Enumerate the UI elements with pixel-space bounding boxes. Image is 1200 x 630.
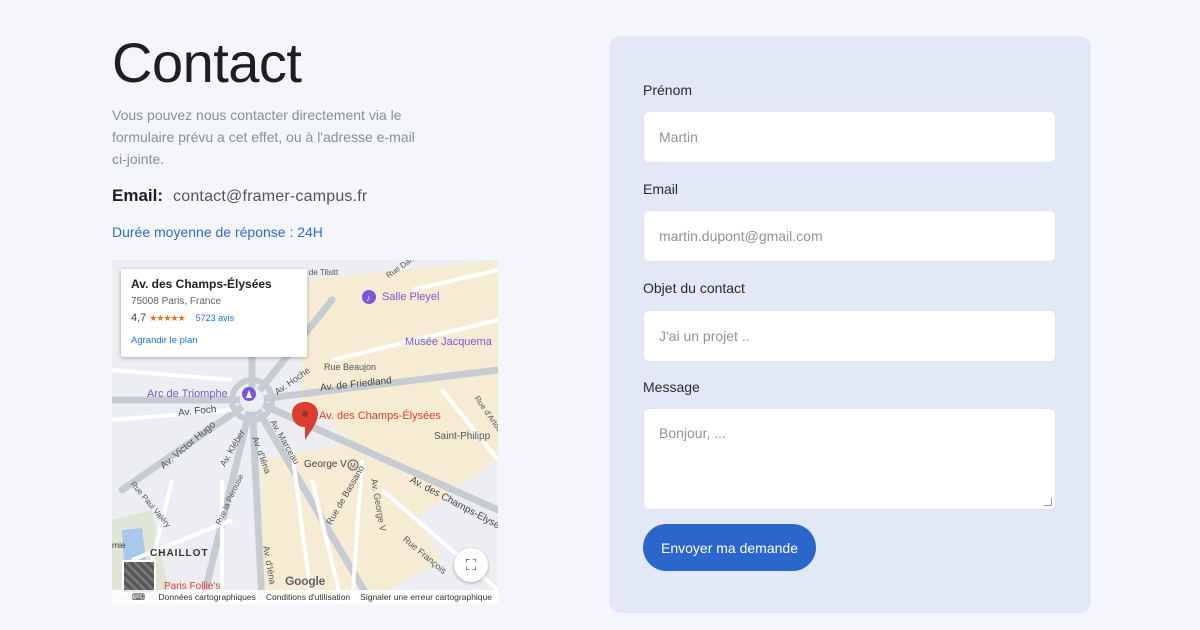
map-label-musee: Musée Jacquema	[405, 336, 492, 348]
email-address-link[interactable]: contact@framer-campus.fr	[173, 188, 367, 206]
map-place-card: Av. des Champs-Élysées 75008 Paris, Fran…	[121, 269, 307, 357]
email-label: Email	[643, 181, 679, 197]
map-label-saint-philippe: Saint-Philipp	[434, 431, 491, 442]
reviews-link[interactable]: 5723 avis	[196, 313, 235, 323]
message-placeholder: Bonjour, ...	[659, 425, 726, 441]
map-label-george-v: George V	[304, 459, 347, 470]
rating-value: 4,7	[131, 312, 147, 324]
map-label-chaillot: CHAILLOT	[150, 548, 209, 559]
map-footer: ⌨ Données cartographiques Conditions d'u…	[112, 590, 498, 604]
contact-info: Contact Vous pouvez nous contacter direc…	[112, 28, 512, 240]
map-label-arc: Arc de Triomphe	[147, 388, 228, 400]
place-address: 75008 Paris, France	[131, 296, 222, 307]
email-placeholder: martin.dupont@gmail.com	[659, 228, 823, 244]
svg-text:♪: ♪	[366, 293, 371, 303]
email-input[interactable]: martin.dupont@gmail.com	[643, 210, 1056, 262]
submit-button[interactable]: Envoyer ma demande	[643, 524, 816, 571]
map-label-salle-pleyel: Salle Pleyel	[382, 291, 440, 303]
place-rating: 4,7 ★★★★★ 5723 avis	[131, 312, 297, 324]
contact-form: Prénom Martin Email martin.dupont@gmail.…	[609, 36, 1091, 613]
terms-link[interactable]: Conditions d'utilisation	[266, 592, 350, 602]
map-data-link[interactable]: Données cartographiques	[159, 592, 256, 602]
place-title: Av. des Champs-Élysées	[131, 277, 272, 291]
rating-stars-icon: ★★★★★	[149, 312, 185, 323]
google-logo: Google	[285, 574, 325, 588]
fullscreen-icon[interactable]: ⛶	[454, 548, 488, 582]
map-embed[interactable]: ♪ M Salle Pleyel Musée Jacquema Rue Beau…	[112, 260, 498, 604]
firstname-input[interactable]: Martin	[643, 111, 1056, 163]
subject-placeholder: J'ai un projet ..	[659, 328, 750, 344]
firstname-label: Prénom	[643, 82, 693, 98]
intro-text: Vous pouvez nous contacter directement v…	[112, 107, 415, 167]
map-label-marker: Av. des Champs-Élysées	[319, 410, 441, 422]
email-label: Email:	[112, 186, 164, 205]
resize-handle-icon[interactable]	[1044, 498, 1052, 506]
poi-icon-salle-pleyel[interactable]: ♪	[362, 290, 376, 304]
message-label: Message	[643, 379, 700, 395]
email-row: Email: contact@framer-campus.fr	[112, 186, 512, 206]
page-title: Contact	[112, 31, 302, 94]
subject-label: Objet du contact	[643, 280, 745, 296]
poi-icon-arc[interactable]	[242, 387, 256, 401]
keyboard-icon[interactable]: ⌨	[132, 592, 145, 603]
satellite-toggle[interactable]	[122, 560, 156, 594]
google-logo-text: Google	[285, 574, 326, 588]
firstname-placeholder: Martin	[659, 129, 698, 145]
subject-input[interactable]: J'ai un projet ..	[643, 310, 1056, 362]
report-error-link[interactable]: Signaler une erreur cartographique	[360, 592, 492, 602]
response-time: Durée moyenne de réponse : 24H	[112, 224, 323, 240]
enlarge-map-link[interactable]: Agrandir le plan	[131, 335, 297, 346]
map-label-partial: rnie	[112, 541, 126, 550]
map-label-rue-beaujon: Rue Beaujon	[324, 362, 377, 372]
message-textarea[interactable]: Bonjour, ...	[643, 408, 1056, 510]
